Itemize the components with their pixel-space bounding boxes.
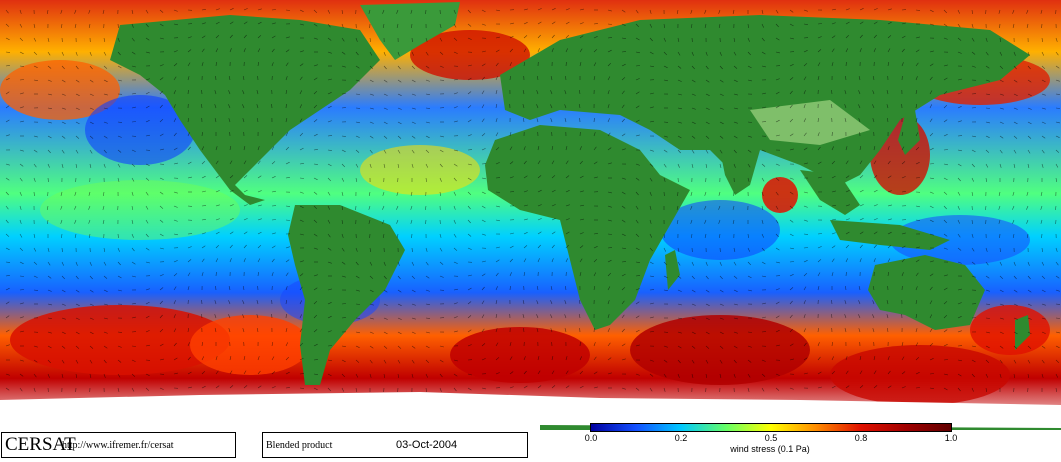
patch: [190, 315, 310, 375]
credit-box: CERSAT http://www.ifremer.fr/cersat: [1, 432, 236, 458]
product-box: Blended product 03-Oct-2004: [262, 432, 528, 458]
patch: [762, 177, 798, 213]
patch: [360, 145, 480, 195]
patch: [40, 180, 240, 240]
wind-stress-map: [0, 0, 1061, 430]
patch: [970, 305, 1050, 355]
colorbar-tick-label: 0.5: [764, 433, 778, 443]
colorbar-tick-label: 0.0: [584, 433, 598, 443]
colorbar-title: wind stress (0.1 Pa): [730, 444, 810, 454]
product-label: Blended product: [266, 440, 333, 451]
source-url: http://www.ifremer.fr/cersat: [62, 440, 174, 451]
colorbar-tick-label: 1.0: [944, 433, 958, 443]
map-date: 03-Oct-2004: [396, 439, 458, 451]
colorbar-gradient: [590, 423, 952, 432]
colorbar-legend: 0.0 0.2 0.5 0.8 1.0 wind stress (0.1 Pa): [585, 423, 957, 461]
colorbar-tick-label: 0.2: [674, 433, 688, 443]
patch: [830, 345, 1010, 405]
colorbar-tick-label: 0.8: [854, 433, 868, 443]
